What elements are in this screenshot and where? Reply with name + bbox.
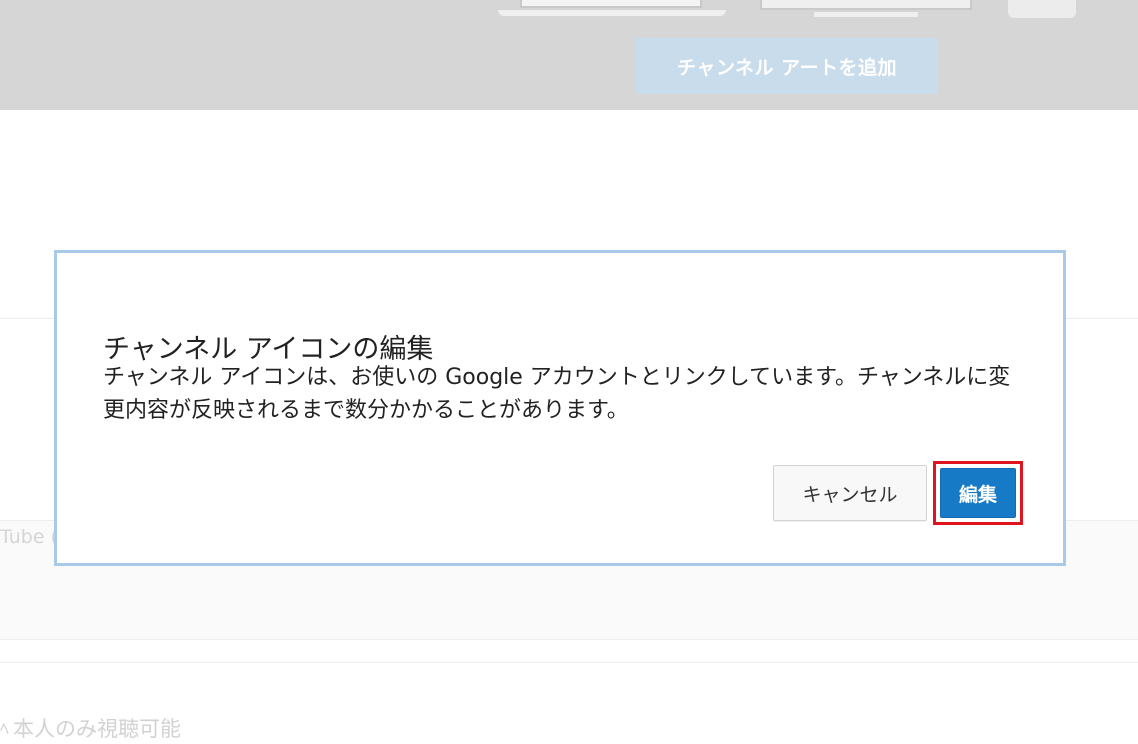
edit-button-highlight: 編集 (933, 461, 1023, 525)
privacy-status: ﾍ 本人のみ視聴可能 (0, 712, 181, 744)
laptop-preview-icon (520, 0, 702, 8)
lock-icon: ﾍ (0, 719, 9, 740)
background-divider-lower (0, 662, 1138, 663)
laptop-base-icon (498, 10, 726, 16)
tv-preview-icon (1008, 0, 1076, 18)
edit-channel-icon-dialog: チャンネル アイコンの編集 チャンネル アイコンは、お使いの Google アカ… (54, 250, 1066, 566)
edit-button[interactable]: 編集 (940, 468, 1016, 518)
desktop-preview-icon (760, 0, 972, 10)
cancel-button[interactable]: キャンセル (773, 465, 927, 521)
channel-art-banner: チャンネル アートを追加 (0, 0, 1138, 110)
add-channel-art-button[interactable]: チャンネル アートを追加 (636, 38, 938, 94)
dialog-message: チャンネル アイコンは、お使いの Google アカウントとリンクしています。チ… (103, 365, 1011, 423)
background-partial-text: Tube ( (0, 526, 58, 548)
desktop-stand-icon (814, 12, 918, 17)
privacy-label: 本人のみ視聴可能 (13, 717, 181, 741)
